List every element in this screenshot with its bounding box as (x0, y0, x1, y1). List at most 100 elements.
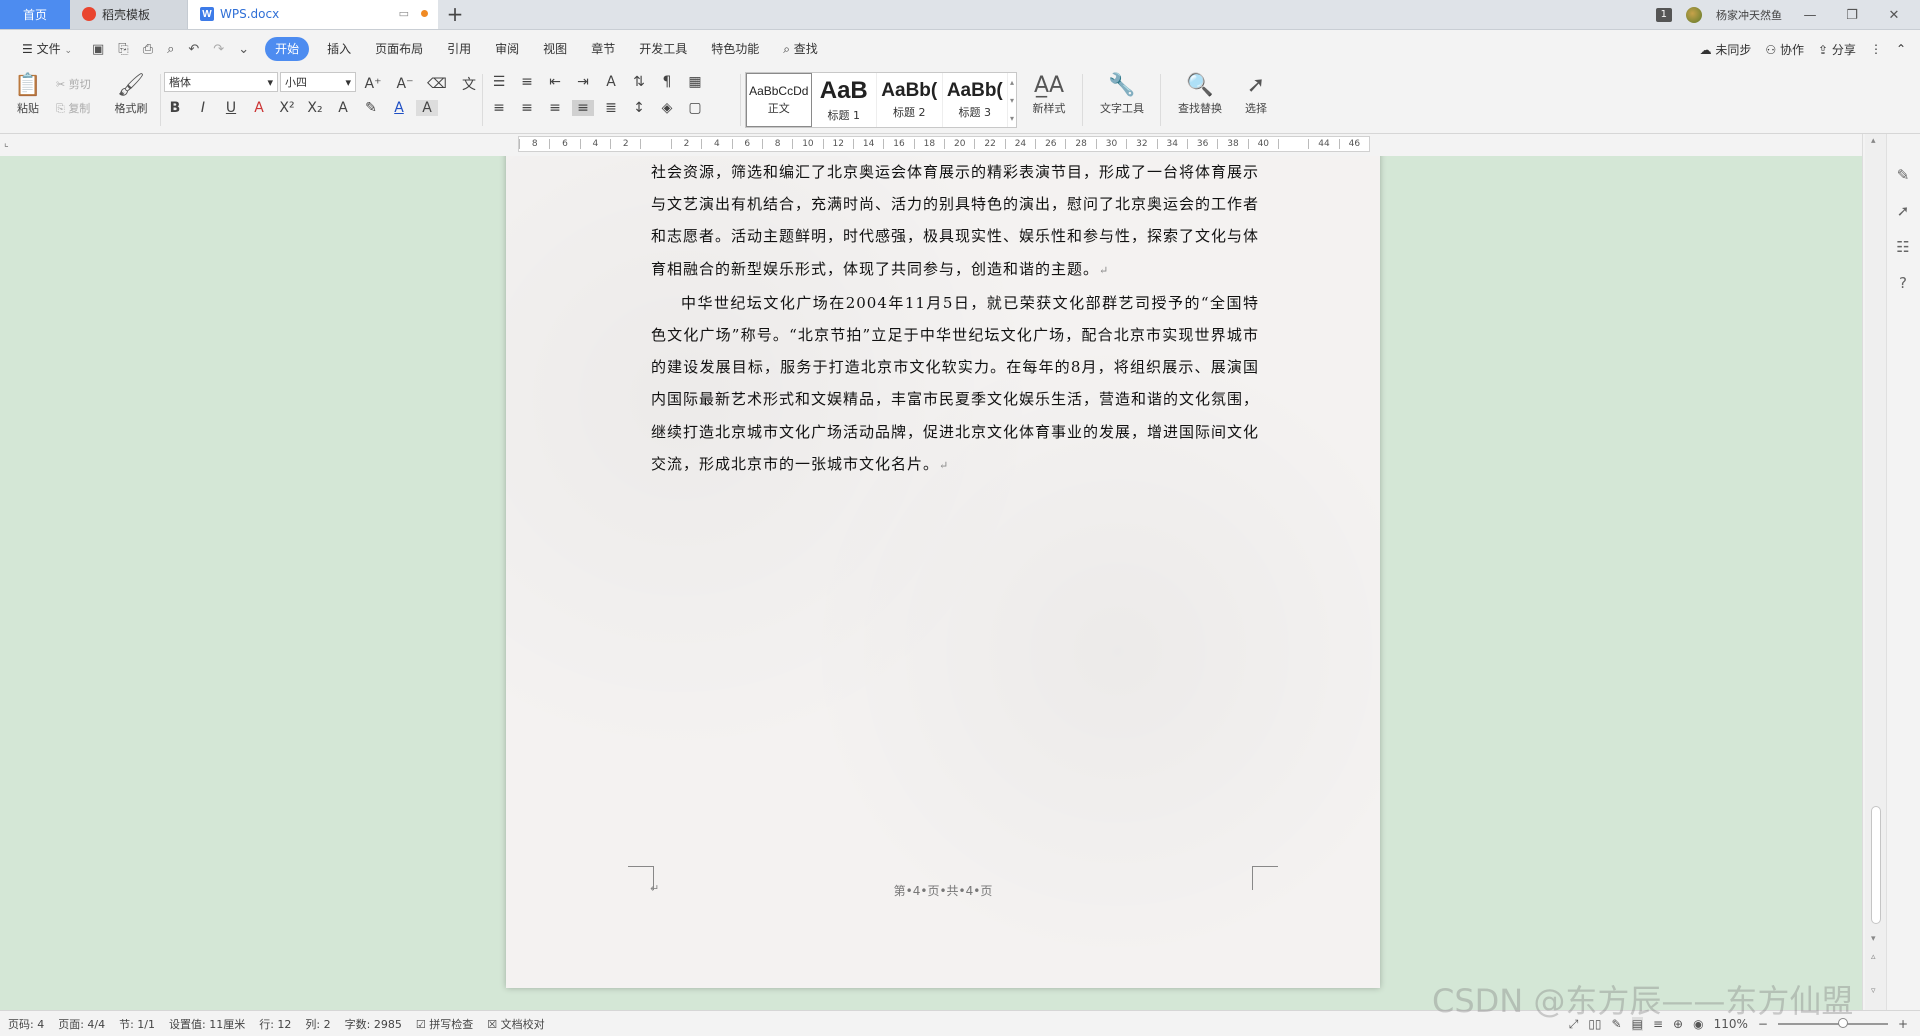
close-icon[interactable]: ✕ (1880, 8, 1908, 23)
document-page[interactable]: 社会资源，筛选和编汇了北京奥运会体育展示的精彩表演节目，形成了一台将体育展示与文… (506, 156, 1380, 988)
grow-font-icon[interactable]: A⁺ (362, 76, 384, 92)
scrollbar-thumb[interactable] (1871, 806, 1881, 924)
tab-home[interactable]: 首页 (0, 0, 70, 29)
borders-icon[interactable]: ▢ (684, 100, 706, 116)
username[interactable]: 杨家冲天然鱼 (1716, 7, 1782, 23)
style-heading-2[interactable]: AaBb( 标题 2 (877, 73, 943, 127)
zoom-slider[interactable] (1777, 1018, 1888, 1028)
clear-format-icon[interactable]: ⌫ (426, 76, 448, 92)
shrink-font-icon[interactable]: A⁻ (394, 76, 416, 92)
decrease-indent-icon[interactable]: ⇤ (544, 74, 566, 90)
paragraph[interactable]: 社会资源，筛选和编汇了北京奥运会体育展示的精彩表演节目，形成了一台将体育展示与文… (651, 156, 1259, 287)
sort-icon[interactable]: ⇅ (628, 74, 650, 90)
status-pages[interactable]: 页面: 4/4 (58, 1016, 105, 1032)
edit-pen-icon[interactable]: ✎ (1893, 166, 1913, 184)
pointer-icon[interactable]: ➚ (1893, 202, 1913, 220)
phonetic-icon[interactable]: 文 (458, 74, 480, 94)
table-icon[interactable]: ▦ (684, 74, 706, 90)
paste-button[interactable]: 📋 粘贴 (8, 72, 48, 116)
tab-insert[interactable]: 插入 (315, 37, 363, 61)
avatar[interactable] (1686, 7, 1702, 23)
highlight-icon[interactable]: ✎ (360, 100, 382, 116)
increase-indent-icon[interactable]: ⇥ (572, 74, 594, 90)
scroll-up-icon[interactable]: ▴ (1871, 136, 1876, 146)
minimize-icon[interactable]: — (1796, 8, 1824, 23)
char-shading-icon[interactable]: A (416, 100, 438, 116)
tab-special-features[interactable]: 特色功能 (699, 37, 771, 61)
open-icon[interactable]: ⎘ (118, 42, 128, 57)
new-tab-button[interactable]: + (438, 0, 472, 29)
doc-proof-button[interactable]: ☒ 文档校对 (487, 1016, 544, 1032)
style-heading-3[interactable]: AaBb( 标题 3 (943, 73, 1009, 127)
status-setting[interactable]: 设置值: 11厘米 (169, 1016, 245, 1032)
settings-sliders-icon[interactable]: ☷ (1893, 238, 1913, 256)
tab-start[interactable]: 开始 (265, 37, 310, 61)
italic-icon[interactable]: I (192, 100, 214, 116)
cut-button[interactable]: ✂ 剪切 (56, 76, 91, 92)
distribute-icon[interactable]: ≣ (600, 100, 622, 116)
more-icon[interactable]: ⋮ (1870, 42, 1882, 56)
tab-developer[interactable]: 开发工具 (627, 37, 699, 61)
subscript-icon[interactable]: X₂ (304, 100, 326, 116)
tab-template[interactable]: 稻壳模板 (70, 0, 188, 29)
new-style-button[interactable]: A̲A 新样式 (1024, 72, 1074, 116)
select-button[interactable]: ➚ 选择 (1234, 72, 1278, 116)
tab-view[interactable]: 视图 (531, 37, 579, 61)
save-icon[interactable]: ▣ (92, 42, 104, 57)
superscript-icon[interactable]: X² (276, 100, 298, 116)
line-spacing-icon[interactable]: ↕ (628, 100, 650, 116)
share-button[interactable]: ⇪ 分享 (1818, 41, 1856, 58)
status-word-count[interactable]: 字数: 2985 (345, 1016, 402, 1032)
bold-icon[interactable]: B (164, 100, 186, 116)
page-footer[interactable]: 第•4•页•共•4•页 (506, 882, 1380, 899)
zoom-in-icon[interactable]: + (1898, 1017, 1908, 1031)
tab-review[interactable]: 审阅 (483, 37, 531, 61)
paragraph[interactable]: 中华世纪坛文化广场在2004年11月5日，就已荣获文化部群艺司授予的“全国特色文… (651, 287, 1259, 482)
restore-icon[interactable]: ❐ (1838, 8, 1866, 23)
align-left-icon[interactable]: ≡ (488, 100, 510, 116)
scroll-down-icon[interactable]: ▾ (1871, 934, 1876, 944)
format-painter-button[interactable]: 🖌 格式刷 (108, 72, 154, 116)
copy-button[interactable]: ⎘ 复制 (56, 100, 90, 116)
search-menu[interactable]: ⌕ 查找 (771, 37, 830, 61)
numbered-list-icon[interactable]: ≡ (516, 74, 538, 90)
shading-icon[interactable]: ◈ (656, 100, 678, 116)
help-icon[interactable]: ? (1893, 274, 1913, 292)
status-row[interactable]: 行: 12 (259, 1016, 291, 1032)
text-direction-icon[interactable]: A (600, 74, 622, 90)
spell-check-button[interactable]: ☑ 拼写检查 (416, 1016, 473, 1032)
collapse-ribbon-icon[interactable]: ⌃ (1896, 42, 1906, 56)
find-replace-button[interactable]: 🔍 查找替换 (1168, 72, 1232, 116)
tab-document[interactable]: W WPS.docx ▭ (188, 0, 438, 29)
print-icon[interactable]: ⎙ (143, 42, 153, 57)
window-count-badge[interactable]: 1 (1655, 8, 1672, 22)
customize-icon[interactable]: ⌄ (238, 42, 249, 57)
align-center-icon[interactable]: ≡ (516, 100, 538, 116)
ruler-corner-icon[interactable]: ⌞ (4, 138, 9, 149)
horizontal-ruler[interactable]: 8 6 4 2 2 4 6 8 10 12 14 16 18 20 22 24 … (518, 136, 1370, 152)
file-menu[interactable]: ☰ 文件 ⌄ (10, 37, 84, 61)
align-right-icon[interactable]: ≡ (544, 100, 566, 116)
monitor-icon[interactable]: ▭ (399, 7, 409, 20)
tab-references[interactable]: 引用 (435, 37, 483, 61)
status-page-code[interactable]: 页码: 4 (8, 1016, 44, 1032)
sync-button[interactable]: ☁ 未同步 (1700, 41, 1752, 58)
font-size-select[interactable]: 小四 ▾ (280, 72, 356, 92)
collab-button[interactable]: ⚇ 协作 (1765, 41, 1804, 58)
vertical-scrollbar[interactable]: ▴ ▾ ▵ ▿ (1865, 134, 1887, 1010)
status-section[interactable]: 节: 1/1 (119, 1016, 155, 1032)
font-color-icon[interactable]: A (388, 100, 410, 116)
redo-icon[interactable]: ↷ (213, 42, 224, 57)
tab-page-layout[interactable]: 页面布局 (363, 37, 435, 61)
justify-icon[interactable]: ≡ (572, 100, 594, 116)
print-preview-icon[interactable]: ⌕ (167, 42, 174, 57)
prev-page-icon[interactable]: ▵ (1871, 952, 1876, 962)
status-col[interactable]: 列: 2 (305, 1016, 330, 1032)
show-marks-icon[interactable]: ¶ (656, 74, 678, 90)
text-tools-button[interactable]: 🔧 文字工具 (1090, 72, 1154, 116)
style-heading-1[interactable]: AaB 标题 1 (812, 73, 878, 127)
font-name-select[interactable]: 楷体 ▾ (164, 72, 278, 92)
next-page-icon[interactable]: ▿ (1871, 986, 1876, 996)
underline-icon[interactable]: U (220, 100, 242, 116)
bullet-list-icon[interactable]: ☰ (488, 74, 510, 90)
